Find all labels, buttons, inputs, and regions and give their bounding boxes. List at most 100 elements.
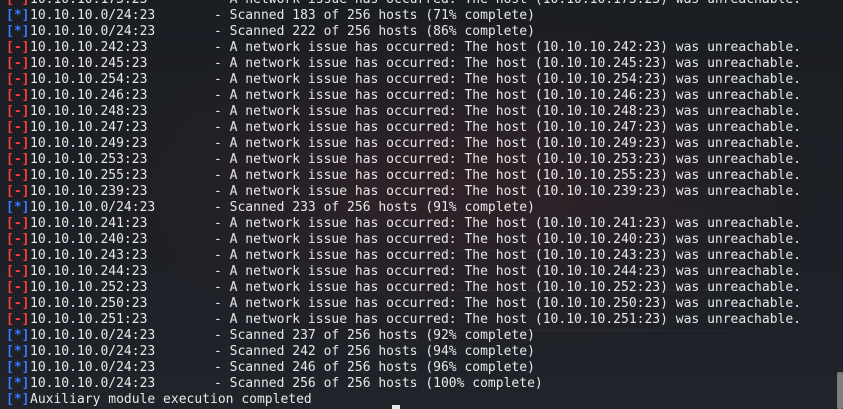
terminal-line: [*]10.10.10.0/24:23 - Scanned 222 of 256 … bbox=[0, 24, 836, 40]
error-tag: [-] bbox=[6, 120, 30, 135]
info-tag: [*] bbox=[6, 200, 30, 215]
line-message: - A network issue has occurred: The host… bbox=[214, 136, 801, 151]
host-address: 10.10.10.0/24:23 bbox=[30, 200, 156, 215]
line-message: - A network issue has occurred: The host… bbox=[214, 104, 801, 119]
line-message: - A network issue has occurred: The host… bbox=[214, 216, 801, 231]
host-address: 10.10.10.249:23 bbox=[30, 136, 148, 151]
terminal-line: [-]10.10.10.255:23 - A network issue has … bbox=[0, 168, 836, 184]
error-tag: [-] bbox=[6, 136, 30, 151]
line-message: - Scanned 256 of 256 hosts (100% complet… bbox=[214, 376, 543, 391]
host-address: 10.10.10.0/24:23 bbox=[30, 24, 156, 39]
line-message: - Scanned 237 of 256 hosts (92% complete… bbox=[214, 328, 535, 343]
terminal-line: [*]10.10.10.0/24:23 - Scanned 246 of 256 … bbox=[0, 360, 836, 376]
terminal-line: [*]10.10.10.0/24:23 - Scanned 183 of 256 … bbox=[0, 8, 836, 24]
host-address: 10.10.10.0/24:23 bbox=[30, 8, 156, 23]
host-address: 10.10.10.173:23 bbox=[30, 0, 214, 8]
line-message: - A network issue has occurred: The host… bbox=[214, 120, 801, 135]
text-cursor bbox=[392, 405, 400, 409]
terminal-line: [*]10.10.10.0/24:23 - Scanned 233 of 256 … bbox=[0, 200, 836, 216]
terminal-line: [-]10.10.10.247:23 - A network issue has … bbox=[0, 120, 836, 136]
error-tag: [-] bbox=[6, 56, 30, 71]
error-tag: [-] bbox=[6, 72, 30, 87]
terminal-line: [-]10.10.10.240:23 - A network issue has … bbox=[0, 232, 836, 248]
host-address: 10.10.10.247:23 bbox=[30, 120, 148, 135]
terminal-line: [*]10.10.10.0/24:23 - Scanned 242 of 256 … bbox=[0, 344, 836, 360]
line-message: - A network issue has occurred: The host… bbox=[214, 168, 801, 183]
host-address: 10.10.10.246:23 bbox=[30, 88, 148, 103]
info-tag: [*] bbox=[6, 8, 30, 23]
host-address: 10.10.10.0/24:23 bbox=[30, 376, 156, 391]
error-tag: [-] bbox=[6, 40, 30, 55]
host-address: 10.10.10.245:23 bbox=[30, 56, 148, 71]
scrollbar-thumb[interactable] bbox=[837, 372, 843, 409]
terminal-line: [*]Auxiliary module execution completed bbox=[0, 392, 836, 408]
error-tag: [-] bbox=[6, 232, 30, 247]
error-tag: [-] bbox=[6, 248, 30, 263]
line-message: - A network issue has occurred: The host… bbox=[214, 0, 801, 7]
terminal-line: [-]10.10.10.249:23 - A network issue has … bbox=[0, 136, 836, 152]
host-address: 10.10.10.253:23 bbox=[30, 152, 148, 167]
error-tag: [-] bbox=[6, 280, 30, 295]
terminal-line: [*]10.10.10.0/24:23 - Scanned 237 of 256 … bbox=[0, 328, 836, 344]
line-message: - A network issue has occurred: The host… bbox=[214, 152, 801, 167]
terminal-line: [-]10.10.10.242:23 - A network issue has … bbox=[0, 40, 836, 56]
error-tag: [-] bbox=[6, 0, 30, 8]
line-message: - A network issue has occurred: The host… bbox=[214, 264, 801, 279]
host-address: 10.10.10.0/24:23 bbox=[30, 344, 156, 359]
error-tag: [-] bbox=[6, 104, 30, 119]
host-address: 10.10.10.242:23 bbox=[30, 40, 148, 55]
host-address: 10.10.10.244:23 bbox=[30, 264, 148, 279]
line-message: - Scanned 222 of 256 hosts (86% complete… bbox=[214, 24, 535, 39]
line-message: - A network issue has occurred: The host… bbox=[214, 296, 801, 311]
host-address: 10.10.10.240:23 bbox=[30, 232, 148, 247]
info-tag: [*] bbox=[6, 392, 30, 407]
info-tag: [*] bbox=[6, 360, 30, 375]
line-message: - A network issue has occurred: The host… bbox=[214, 312, 801, 327]
line-message: - Scanned 242 of 256 hosts (94% complete… bbox=[214, 344, 535, 359]
terminal-line: [-]10.10.10.250:23 - A network issue has … bbox=[0, 296, 836, 312]
error-tag: [-] bbox=[6, 168, 30, 183]
terminal-line: [-]10.10.10.248:23 - A network issue has … bbox=[0, 104, 836, 120]
host-address: 10.10.10.0/24:23 bbox=[30, 360, 156, 375]
info-tag: [*] bbox=[6, 328, 30, 343]
host-address: 10.10.10.255:23 bbox=[30, 168, 148, 183]
line-message: - A network issue has occurred: The host… bbox=[214, 248, 801, 263]
line-message: Auxiliary module execution completed bbox=[30, 392, 312, 407]
line-message: - A network issue has occurred: The host… bbox=[214, 184, 801, 199]
host-address: 10.10.10.248:23 bbox=[30, 104, 148, 119]
terminal-line: [-]10.10.10.241:23 - A network issue has … bbox=[0, 216, 836, 232]
terminal-output[interactable]: [-]10.10.10.173:23- A network issue has … bbox=[0, 0, 836, 408]
info-tag: [*] bbox=[6, 24, 30, 39]
terminal-line: [-]10.10.10.245:23 - A network issue has … bbox=[0, 56, 836, 72]
error-tag: [-] bbox=[6, 152, 30, 167]
error-tag: [-] bbox=[6, 88, 30, 103]
info-tag: [*] bbox=[6, 376, 30, 391]
host-address: 10.10.10.250:23 bbox=[30, 296, 148, 311]
terminal-line: [-]10.10.10.252:23 - A network issue has … bbox=[0, 280, 836, 296]
terminal-line: [-]10.10.10.244:23 - A network issue has … bbox=[0, 264, 836, 280]
line-message: - A network issue has occurred: The host… bbox=[214, 56, 801, 71]
host-address: 10.10.10.239:23 bbox=[30, 184, 148, 199]
line-message: - A network issue has occurred: The host… bbox=[214, 40, 801, 55]
host-address: 10.10.10.0/24:23 bbox=[30, 328, 156, 343]
line-message: - A network issue has occurred: The host… bbox=[214, 280, 801, 295]
host-address: 10.10.10.241:23 bbox=[30, 216, 148, 231]
error-tag: [-] bbox=[6, 296, 30, 311]
line-message: - A network issue has occurred: The host… bbox=[214, 72, 801, 87]
terminal-line: [*]10.10.10.0/24:23 - Scanned 256 of 256 … bbox=[0, 376, 836, 392]
terminal-line: [-]10.10.10.254:23 - A network issue has … bbox=[0, 72, 836, 88]
terminal-line: [-]10.10.10.239:23 - A network issue has … bbox=[0, 184, 836, 200]
info-tag: [*] bbox=[6, 344, 30, 359]
error-tag: [-] bbox=[6, 216, 30, 231]
host-address: 10.10.10.252:23 bbox=[30, 280, 148, 295]
terminal-line: [-]10.10.10.243:23 - A network issue has … bbox=[0, 248, 836, 264]
line-message: - Scanned 183 of 256 hosts (71% complete… bbox=[214, 8, 535, 23]
terminal-line: [-]10.10.10.246:23 - A network issue has … bbox=[0, 88, 836, 104]
error-tag: [-] bbox=[6, 312, 30, 327]
terminal-line: [-]10.10.10.251:23 - A network issue has … bbox=[0, 312, 836, 328]
host-address: 10.10.10.254:23 bbox=[30, 72, 148, 87]
host-address: 10.10.10.251:23 bbox=[30, 312, 148, 327]
scrollbar[interactable] bbox=[836, 0, 843, 409]
host-address: 10.10.10.243:23 bbox=[30, 248, 148, 263]
terminal-line: [-]10.10.10.253:23 - A network issue has … bbox=[0, 152, 836, 168]
